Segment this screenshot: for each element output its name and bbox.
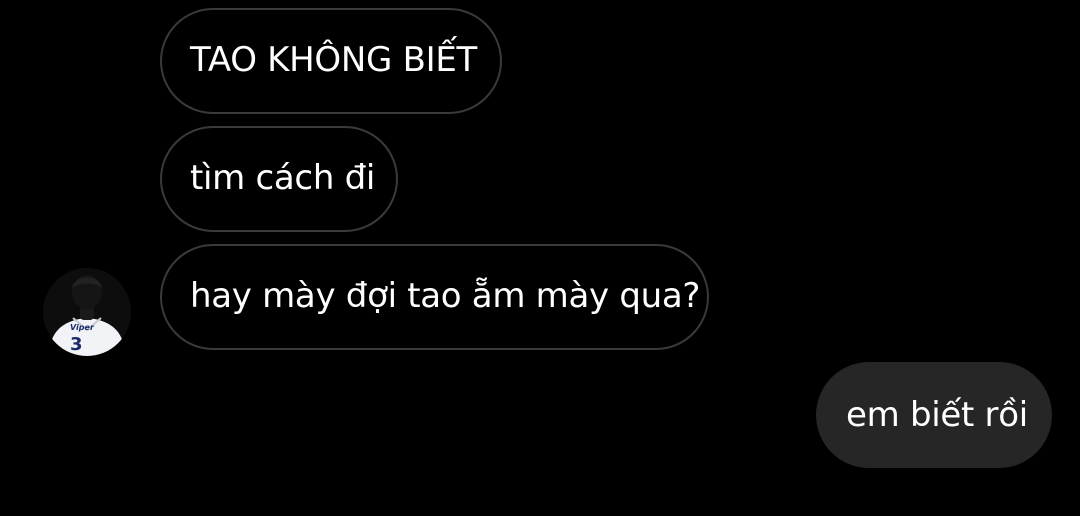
jersey-name: Viper xyxy=(70,323,95,332)
chat-thread: TAO KHÔNG BIẾT tìm cách đi hay mày đợi t… xyxy=(0,0,1080,516)
message-text: hay mày đợi tao ẵm mày qua? xyxy=(190,276,701,316)
message-text: TAO KHÔNG BIẾT xyxy=(190,40,477,80)
message-text: em biết rồi xyxy=(846,395,1028,435)
jersey-number: 3 xyxy=(70,334,83,355)
incoming-message-bubble[interactable]: tìm cách đi xyxy=(160,126,398,232)
sender-avatar[interactable]: Viper 3 xyxy=(43,268,131,356)
incoming-message-bubble[interactable]: TAO KHÔNG BIẾT xyxy=(160,8,502,114)
outgoing-message-bubble[interactable]: em biết rồi xyxy=(816,362,1052,468)
message-text: tìm cách đi xyxy=(190,158,376,198)
profile-photo-icon: Viper 3 xyxy=(43,268,131,356)
incoming-message-bubble[interactable]: hay mày đợi tao ẵm mày qua? xyxy=(160,244,709,350)
